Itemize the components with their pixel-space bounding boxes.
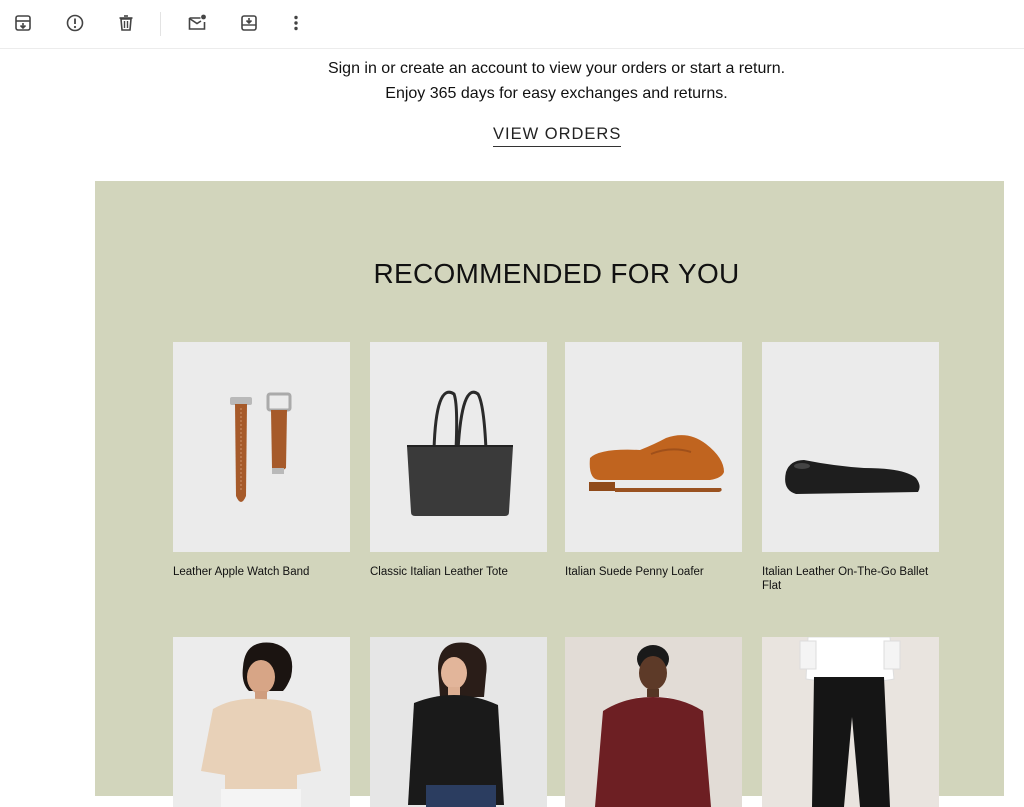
product-image-sweater-burgundy[interactable]	[565, 637, 742, 807]
product-image-ballet-flat[interactable]	[762, 342, 939, 552]
mark-unread-button[interactable]	[185, 11, 209, 35]
product-image-sweater-beige[interactable]	[173, 637, 350, 807]
recommended-title: RECOMMENDED FOR YOU	[373, 258, 740, 289]
model-beige-sweater-image	[201, 642, 321, 807]
move-to-icon	[241, 15, 257, 31]
view-orders-link[interactable]: VIEW ORDERS	[493, 125, 622, 147]
delete-button[interactable]	[114, 11, 138, 35]
more-options-button[interactable]	[284, 11, 308, 35]
model-black-sweater-image	[408, 642, 504, 807]
model-burgundy-sweater-image	[595, 645, 711, 807]
watch-band-image	[230, 392, 292, 502]
ballet-flat-image	[785, 460, 920, 494]
product-image-tote[interactable]	[370, 342, 547, 552]
product-image-watch-band[interactable]	[173, 342, 350, 552]
archive-button[interactable]	[11, 11, 35, 35]
more-options-icon	[294, 15, 298, 31]
report-spam-button[interactable]	[63, 11, 87, 35]
product-image-pants-black[interactable]	[762, 637, 939, 807]
product-name[interactable]: Italian Leather On-The-Go Ballet Flat	[762, 565, 940, 593]
report-spam-icon	[66, 14, 84, 32]
delete-icon	[119, 15, 133, 31]
archive-icon	[15, 15, 31, 31]
product-image-sweater-black[interactable]	[370, 637, 547, 807]
toolbar-divider	[160, 12, 161, 36]
tote-bag-image	[407, 390, 513, 516]
move-to-button[interactable]	[237, 11, 261, 35]
product-name[interactable]: Classic Italian Leather Tote	[370, 565, 548, 579]
loafer-image	[589, 435, 724, 492]
email-toolbar	[0, 0, 1024, 49]
sign-in-message: Sign in or create an account to view you…	[327, 60, 786, 77]
model-black-pants-image	[799, 637, 901, 807]
mark-unread-icon	[188, 14, 206, 30]
product-name[interactable]: Italian Suede Penny Loafer	[565, 565, 743, 579]
product-name[interactable]: Leather Apple Watch Band	[173, 565, 351, 579]
returns-message: Enjoy 365 days for easy exchanges and re…	[385, 85, 728, 102]
product-image-loafer[interactable]	[565, 342, 742, 552]
